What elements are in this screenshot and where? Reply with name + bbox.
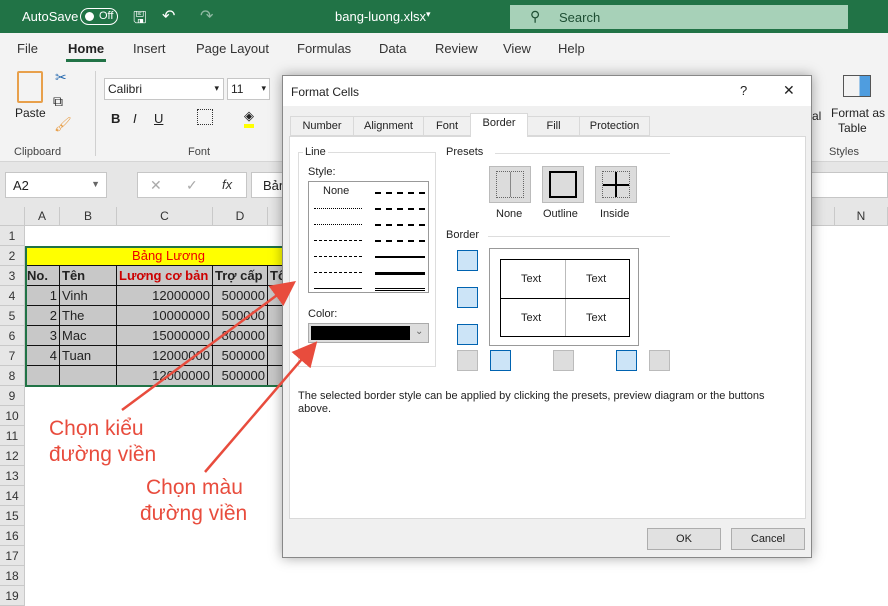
tab-border[interactable]: Border bbox=[470, 113, 528, 137]
annotation-arrows bbox=[121, 281, 318, 473]
annotation-style: Chọn kiểu đường viền bbox=[49, 417, 157, 466]
arrow-to-color bbox=[204, 341, 318, 473]
arrow-to-style bbox=[121, 281, 297, 412]
annotation-color: Chọn màu đường viền bbox=[140, 476, 248, 525]
